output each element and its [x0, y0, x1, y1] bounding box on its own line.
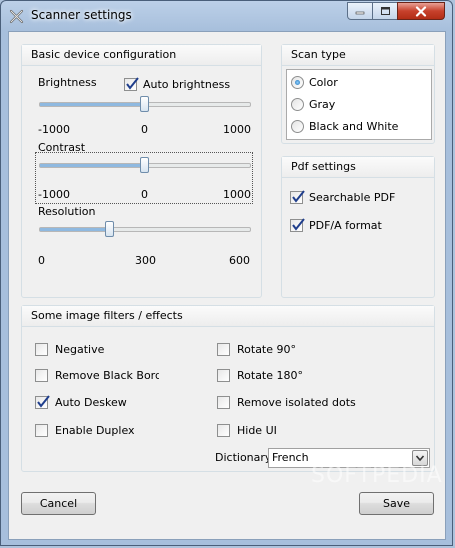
resolution-slider-thumb[interactable] — [104, 221, 114, 237]
dictionary-selected-value: French — [272, 451, 309, 464]
brightness-mid-label: 0 — [141, 123, 148, 136]
dictionary-label: Dictionary — [215, 451, 272, 464]
softpedia-watermark: SOFTPEDIA — [311, 463, 443, 488]
resolution-mid-label: 300 — [135, 254, 156, 267]
remove-black-borders-label: Remove Black Border: — [55, 369, 159, 382]
image-filters-group: Some image filters / effects Negative Re… — [21, 305, 435, 472]
scanner-settings-window: Scanner settings Basic device configurat… — [0, 0, 453, 546]
scan-type-group: Scan type Color Gray Black and White — [281, 44, 435, 144]
save-button[interactable]: Save — [359, 492, 434, 515]
contrast-mid-label: 0 — [141, 188, 148, 201]
remove-black-borders-checkbox[interactable] — [35, 369, 48, 382]
maximize-button[interactable] — [372, 2, 398, 20]
close-icon — [415, 5, 427, 17]
enable-duplex-checkbox[interactable] — [35, 424, 48, 437]
minimize-button[interactable] — [347, 2, 373, 20]
scan-type-gray-radio[interactable] — [291, 98, 304, 111]
contrast-min-label: -1000 — [38, 188, 70, 201]
enable-duplex-label: Enable Duplex — [55, 424, 135, 437]
remove-isolated-dots-checkbox[interactable] — [217, 396, 230, 409]
cancel-button[interactable]: Cancel — [21, 492, 96, 515]
rotate-180-checkbox[interactable] — [217, 369, 230, 382]
basic-config-heading: Basic device configuration — [22, 45, 261, 66]
searchable-pdf-label: Searchable PDF — [309, 191, 396, 204]
radio-selected-dot — [295, 80, 300, 85]
window-title: Scanner settings — [31, 8, 132, 22]
title-bar[interactable]: Scanner settings — [1, 1, 452, 31]
contrast-slider-thumb[interactable] — [140, 157, 149, 173]
checkmark-icon — [292, 190, 305, 203]
negative-checkbox[interactable] — [35, 343, 48, 356]
resolution-min-label: 0 — [38, 254, 45, 267]
auto-deskew-label: Auto Deskew — [55, 396, 127, 409]
scan-type-heading: Scan type — [282, 45, 434, 66]
scan-type-color-label: Color — [309, 76, 338, 89]
pdf-settings-heading: Pdf settings — [282, 157, 434, 178]
resolution-max-label: 600 — [229, 254, 250, 267]
auto-deskew-checkbox[interactable] — [35, 395, 50, 409]
image-filters-heading: Some image filters / effects — [22, 306, 434, 327]
contrast-slider-fill — [40, 164, 145, 167]
scan-type-bw-label: Black and White — [309, 120, 399, 133]
brightness-label: Brightness — [38, 76, 97, 89]
scan-type-gray-label: Gray — [309, 98, 336, 111]
brightness-max-label: 1000 — [223, 123, 251, 136]
searchable-pdf-checkbox[interactable] — [290, 190, 305, 204]
scan-type-color-radio[interactable] — [291, 76, 304, 89]
negative-label: Negative — [55, 343, 105, 356]
checkmark-icon — [126, 77, 139, 90]
maximize-icon — [380, 7, 390, 15]
remove-isolated-dots-label: Remove isolated dots — [237, 396, 356, 409]
pdfa-format-label: PDF/A format — [309, 219, 382, 232]
checkmark-icon — [37, 395, 50, 408]
checkmark-icon — [292, 218, 305, 231]
resolution-slider-fill — [40, 228, 110, 231]
rotate-90-label: Rotate 90° — [237, 343, 297, 356]
auto-brightness-checkbox[interactable] — [124, 77, 139, 91]
resolution-slider-track[interactable] — [39, 227, 251, 232]
pdfa-format-checkbox[interactable] — [290, 218, 305, 232]
resolution-label: Resolution — [38, 205, 96, 218]
hide-ui-checkbox[interactable] — [217, 424, 230, 437]
minimize-icon — [355, 11, 365, 15]
close-button[interactable] — [397, 2, 445, 20]
brightness-slider-fill — [40, 103, 145, 106]
rotate-90-checkbox[interactable] — [217, 343, 230, 356]
scan-type-bw-radio[interactable] — [291, 120, 304, 133]
basic-config-group: Basic device configuration Brightness Au… — [21, 44, 262, 298]
brightness-slider-thumb[interactable] — [140, 96, 149, 112]
hide-ui-label: Hide UI — [237, 424, 277, 437]
contrast-max-label: 1000 — [223, 188, 251, 201]
brightness-min-label: -1000 — [38, 123, 70, 136]
rotate-180-label: Rotate 180° — [237, 369, 304, 382]
scanner-tools-icon — [9, 9, 24, 24]
pdf-settings-group: Pdf settings Searchable PDF PDF/A format — [281, 156, 435, 298]
auto-brightness-label: Auto brightness — [143, 78, 231, 91]
scan-type-options-box: Color Gray Black and White — [286, 69, 432, 140]
